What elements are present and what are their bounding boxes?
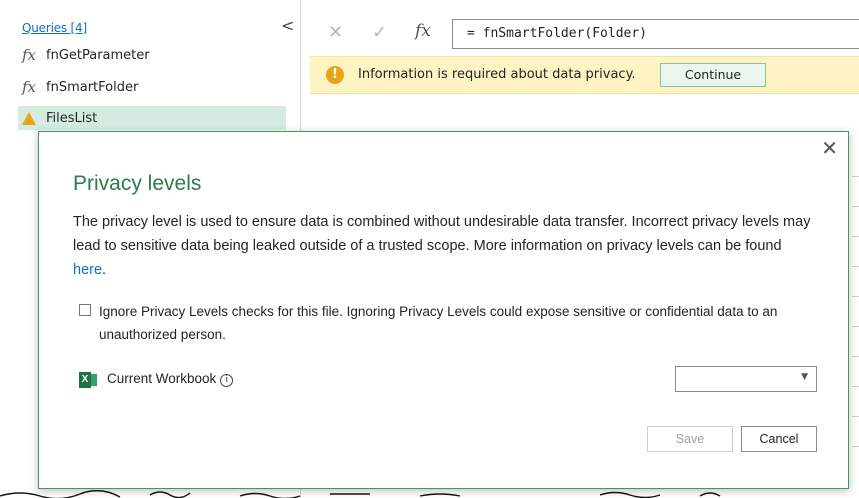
privacy-info-bar: ! Information is required about data pri… [310,56,859,94]
description-text: The privacy level is used to ensure data… [73,214,811,254]
formula-bar: ✕ ✓ fx = fnSmartFolder(Folder) [310,16,859,49]
cancel-button[interactable]: Cancel [741,426,817,452]
chevron-down-icon: ▼ [801,372,808,382]
query-item-label: FilesList [46,110,98,126]
grid-line [852,416,859,417]
queries-header[interactable]: Queries [4] [22,21,87,35]
info-icon[interactable]: i [220,374,234,387]
grid-line [852,446,859,447]
excel-icon: X [79,372,97,388]
cancel-formula-icon[interactable]: ✕ [328,22,343,43]
warning-icon [18,111,40,125]
query-item-fnsmartfolder[interactable]: fx fnSmartFolder [18,76,286,98]
excel-icon-accent [91,374,97,386]
grid-line [852,176,859,177]
workbook-label: Current Workbook i [107,371,234,387]
info-message: Information is required about data priva… [358,67,636,82]
privacy-help-link[interactable]: here [73,262,102,278]
insert-function-icon[interactable]: fx [415,21,431,41]
query-item-fngetparameter[interactable]: fx fnGetParameter [18,44,286,66]
dialog-description: The privacy level is used to ensure data… [73,210,813,282]
formula-input[interactable]: = fnSmartFolder(Folder) [452,19,859,49]
query-item-label: fnGetParameter [46,47,150,63]
grid-line [852,356,859,357]
commit-formula-icon[interactable]: ✓ [372,22,387,43]
continue-button[interactable]: Continue [660,63,766,87]
excel-icon-letter: X [79,372,91,388]
grid-line [852,386,859,387]
dialog-title: Privacy levels [73,172,202,195]
warning-icon: ! [326,66,344,84]
grid-line [852,296,859,297]
scribble-artifact [0,489,721,498]
workbook-name: Current Workbook [107,371,217,386]
grid-line [852,206,859,207]
grid-line [852,236,859,237]
grid-line [852,326,859,327]
fx-icon: fx [21,78,36,96]
description-period: . [102,262,107,278]
privacy-levels-dialog: ✕ Privacy levels The privacy level is us… [38,131,849,489]
privacy-level-select[interactable]: ▼ [675,366,817,392]
fx-icon: fx [21,46,36,64]
collapse-pane-icon[interactable]: < [281,18,294,34]
ignore-privacy-label[interactable]: Ignore Privacy Levels checks for this fi… [99,300,824,346]
query-item-label: fnSmartFolder [46,79,139,95]
query-item-fileslist[interactable]: FilesList [18,106,286,130]
ignore-privacy-checkbox[interactable] [79,304,91,316]
save-button[interactable]: Save [647,426,733,452]
close-icon[interactable]: ✕ [821,136,838,160]
grid-line [852,266,859,267]
